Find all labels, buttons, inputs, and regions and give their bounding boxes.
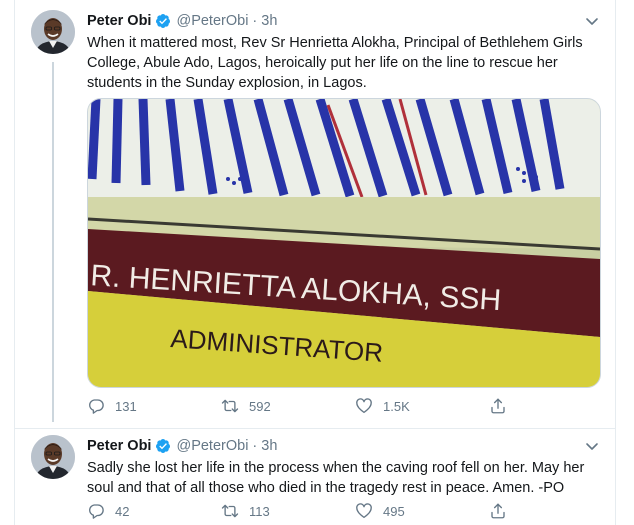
verified-badge-icon bbox=[155, 13, 171, 29]
verified-badge-icon bbox=[155, 438, 171, 454]
avatar-image bbox=[31, 10, 75, 54]
retweet-button[interactable]: 113 bbox=[221, 502, 355, 520]
chevron-down-icon[interactable] bbox=[585, 14, 599, 28]
avatar-image bbox=[31, 435, 75, 479]
heart-icon bbox=[356, 503, 372, 519]
like-count: 1.5K bbox=[383, 398, 410, 414]
thread-connector-line bbox=[52, 62, 54, 422]
tweet-photo[interactable]: R. HENRIETTA ALOKHA, SSH ADMINISTRATOR bbox=[87, 98, 601, 388]
author-handle[interactable]: @PeterObi bbox=[176, 13, 248, 29]
share-button[interactable] bbox=[489, 502, 517, 520]
author-name[interactable]: Peter Obi bbox=[87, 438, 151, 454]
avatar[interactable] bbox=[31, 10, 75, 54]
retweet-icon bbox=[221, 399, 239, 413]
reply-icon bbox=[89, 504, 104, 519]
chevron-down-icon[interactable] bbox=[585, 439, 599, 453]
separator-dot: · bbox=[252, 438, 258, 454]
like-count: 495 bbox=[383, 503, 405, 519]
retweet-button[interactable]: 592 bbox=[221, 397, 355, 415]
like-button[interactable]: 1.5K bbox=[355, 397, 489, 415]
retweet-count: 592 bbox=[249, 398, 271, 414]
share-icon bbox=[491, 398, 505, 414]
tweet-header: Peter Obi @PeterObi · 3h bbox=[87, 435, 599, 457]
like-button[interactable]: 495 bbox=[355, 502, 489, 520]
retweet-icon bbox=[221, 504, 239, 518]
tweet-actions: 131 592 1.5K bbox=[87, 396, 517, 416]
timestamp[interactable]: 3h bbox=[261, 438, 277, 454]
reply-button[interactable]: 42 bbox=[87, 502, 221, 520]
reply-icon bbox=[89, 399, 104, 414]
reply-button[interactable]: 131 bbox=[87, 397, 221, 415]
share-button[interactable] bbox=[489, 397, 517, 415]
tweet-text: Sadly she lost her life in the process w… bbox=[87, 460, 585, 496]
reply-count: 131 bbox=[115, 398, 137, 414]
tweet[interactable]: Peter Obi @PeterObi · 3h Sadly she lost … bbox=[15, 429, 615, 525]
tweet-content: Peter Obi @PeterObi · 3h When it mattere… bbox=[87, 10, 601, 414]
author-handle[interactable]: @PeterObi bbox=[176, 438, 248, 454]
timeline: Peter Obi @PeterObi · 3h When it mattere… bbox=[14, 0, 616, 525]
timestamp[interactable]: 3h bbox=[261, 13, 277, 29]
heart-icon bbox=[356, 398, 372, 414]
retweet-count: 113 bbox=[249, 503, 270, 519]
share-icon bbox=[491, 503, 505, 519]
tweet-actions: 42 113 495 bbox=[87, 501, 517, 521]
avatar[interactable] bbox=[31, 435, 75, 479]
separator-dot: · bbox=[252, 13, 258, 29]
tweet-text: When it mattered most, Rev Sr Henrietta … bbox=[87, 35, 583, 91]
reply-count: 42 bbox=[115, 503, 130, 519]
tweet[interactable]: Peter Obi @PeterObi · 3h When it mattere… bbox=[15, 0, 615, 429]
tweet-header: Peter Obi @PeterObi · 3h bbox=[87, 10, 599, 32]
tweet-content: Peter Obi @PeterObi · 3h Sadly she lost … bbox=[87, 435, 599, 519]
author-name[interactable]: Peter Obi bbox=[87, 13, 151, 29]
